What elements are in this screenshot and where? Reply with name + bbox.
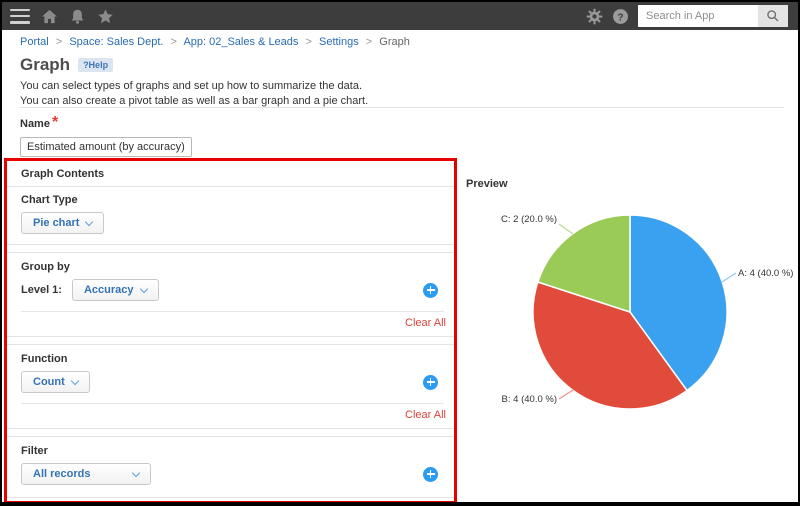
help-icon[interactable]: ? (612, 8, 629, 25)
breadcrumb-space[interactable]: Space: Sales Dept. (69, 36, 163, 48)
breadcrumb-separator: > (366, 36, 372, 48)
search-icon (766, 9, 780, 23)
graph-name-input[interactable] (20, 137, 192, 157)
pie-label-b: B: 4 (40.0 %) (472, 394, 557, 405)
function-dropdown[interactable]: Count (21, 371, 90, 393)
add-function-button[interactable] (423, 375, 438, 390)
breadcrumb: Portal > Space: Sales Dept. > App: 02_Sa… (20, 36, 410, 48)
section-filter: Filter All records (7, 436, 454, 498)
pie-chart (480, 194, 800, 424)
search-button[interactable] (758, 5, 788, 27)
section-function: Function Count Clear All (7, 344, 454, 429)
pie-label-a: A: 4 (40.0 %) (738, 268, 793, 279)
notifications-icon[interactable] (69, 8, 86, 25)
svg-text:?: ? (617, 12, 623, 23)
name-label: Name (20, 118, 50, 130)
function-label: Function (7, 351, 454, 365)
breadcrumb-settings[interactable]: Settings (319, 36, 359, 48)
description-line: You can select types of graphs and set u… (20, 79, 368, 94)
chevron-down-icon (139, 284, 147, 292)
breadcrumb-app[interactable]: App: 02_Sales & Leads (183, 36, 298, 48)
leader-line-c (559, 224, 573, 234)
function-selected: Count (33, 376, 65, 388)
breadcrumb-separator: > (305, 36, 311, 48)
menu-icon[interactable] (10, 9, 30, 24)
breadcrumb-current: Graph (379, 36, 410, 48)
panel-title: Graph Contents (7, 161, 454, 187)
add-group-by-level-button[interactable] (423, 283, 438, 298)
home-icon[interactable] (41, 8, 58, 25)
breadcrumb-separator: > (56, 36, 62, 48)
section-chart-type: Chart Type Pie chart (7, 187, 454, 245)
chevron-down-icon (71, 376, 79, 384)
section-group-by: Group by Level 1: Accuracy Clear All (7, 252, 454, 337)
search-input[interactable] (638, 5, 758, 27)
favorites-icon[interactable] (97, 8, 114, 25)
help-link[interactable]: ?Help (78, 58, 113, 72)
divider (20, 107, 784, 108)
leader-line-b (559, 390, 573, 399)
chevron-down-icon (132, 468, 140, 476)
chart-type-label: Chart Type (7, 192, 454, 206)
page-description: You can select types of graphs and set u… (20, 79, 368, 109)
filter-label: Filter (7, 443, 454, 457)
group-by-clear-all-link[interactable]: Clear All (405, 317, 446, 329)
breadcrumb-separator: > (171, 36, 177, 48)
preview-label: Preview (466, 178, 508, 190)
page-title: Graph (20, 55, 70, 75)
filter-selected: All records (33, 468, 90, 480)
settings-icon[interactable] (586, 8, 603, 25)
app-window: ? Portal > Space: Sales Dept. > App: 02_… (0, 0, 800, 506)
group-by-label: Group by (7, 259, 454, 273)
chart-type-dropdown[interactable]: Pie chart (21, 212, 104, 234)
level-1-label: Level 1: (21, 284, 62, 296)
group-by-dropdown[interactable]: Accuracy (72, 279, 159, 301)
breadcrumb-portal[interactable]: Portal (20, 36, 49, 48)
graph-contents-panel: Graph Contents Chart Type Pie chart Grou… (4, 158, 457, 504)
leader-line-a (722, 273, 736, 282)
required-mark: * (52, 114, 58, 131)
group-by-selected: Accuracy (84, 284, 134, 296)
topbar: ? (2, 2, 798, 30)
chevron-down-icon (85, 217, 93, 225)
pie-label-c: C: 2 (20.0 %) (472, 214, 557, 225)
chart-type-selected: Pie chart (33, 217, 79, 229)
function-clear-all-link[interactable]: Clear All (405, 409, 446, 421)
app-search (638, 5, 788, 27)
filter-dropdown[interactable]: All records (21, 463, 151, 485)
add-filter-button[interactable] (423, 467, 438, 482)
